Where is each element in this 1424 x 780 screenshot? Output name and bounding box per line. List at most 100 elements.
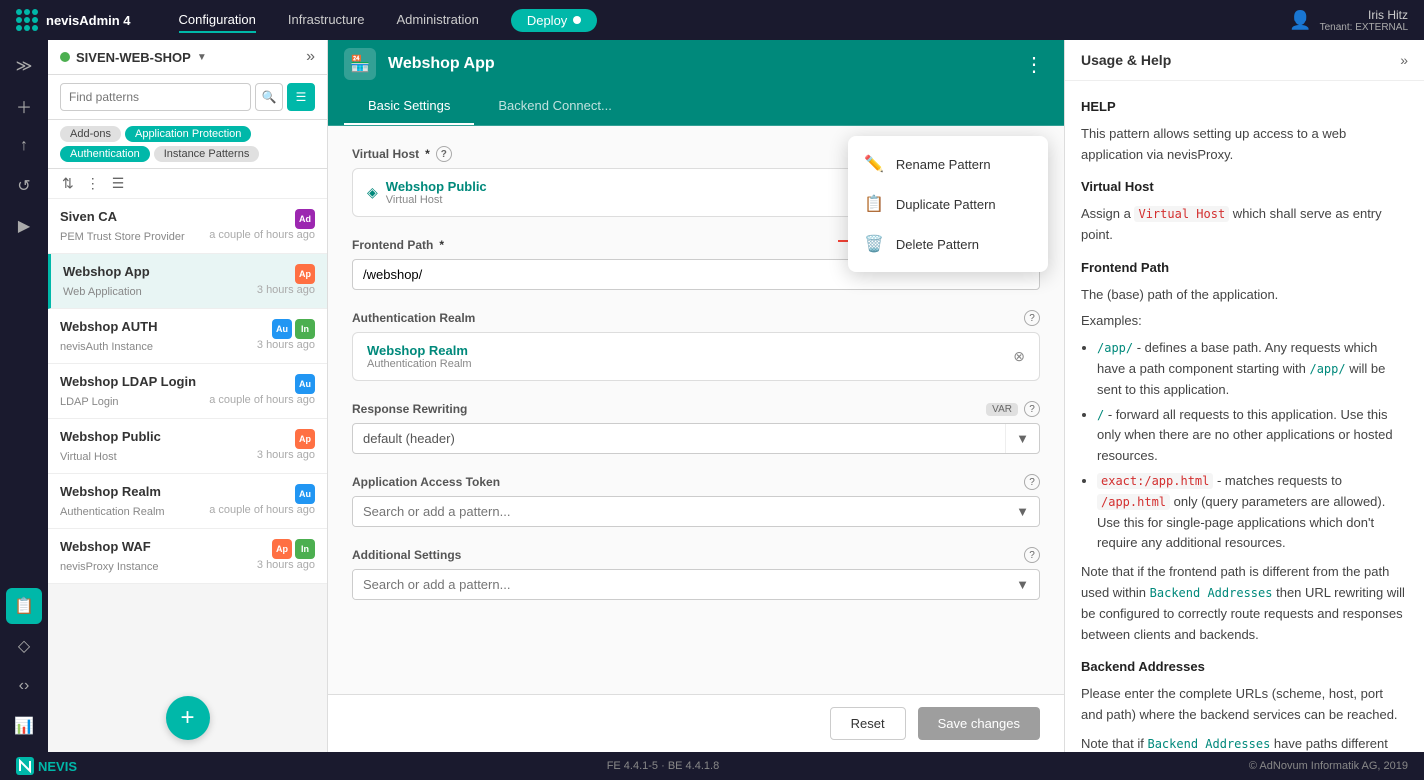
help-expand-icon[interactable]: »: [1400, 52, 1408, 68]
additional-settings-search[interactable]: [353, 570, 1006, 599]
realm-type: Authentication Realm: [367, 358, 1005, 370]
shop-chevron-icon[interactable]: ▼: [197, 52, 207, 63]
nevis-logo: NEVIS: [16, 757, 77, 775]
tabs-row: Basic Settings Backend Connect...: [328, 88, 1064, 126]
pattern-item-webshop-realm[interactable]: Webshop Realm Au Authentication Realm a …: [48, 474, 327, 529]
help-body: HELP This pattern allows setting up acce…: [1065, 81, 1424, 752]
pattern-time: 3 hours ago: [257, 559, 315, 573]
pattern-item-siven-ca[interactable]: Siven CA Ad PEM Trust Store Provider a c…: [48, 199, 327, 254]
pattern-time: a couple of hours ago: [209, 229, 315, 243]
shop-name: SIVEN-WEB-SHOP: [76, 50, 191, 65]
tag-instance-patterns[interactable]: Instance Patterns: [154, 146, 260, 162]
sidebar-chart-icon[interactable]: 📊: [6, 708, 42, 744]
additional-settings-help-icon[interactable]: ?: [1024, 547, 1040, 563]
ctx-rename-item[interactable]: ✏️ Rename Pattern: [848, 144, 1048, 184]
virtual-host-help-icon[interactable]: ?: [436, 146, 452, 162]
help-examples-list: /app/ - defines a base path. Any request…: [1097, 338, 1408, 554]
patterns-panel: SIVEN-WEB-SHOP ▼ » 🔍 ☰ Add-ons Applicati…: [48, 40, 328, 752]
main-layout: ≫ ＋ ↑ ↺ ▶ 📋 ◇ ‹› 📊 SIVEN-WEB-SHOP ▼ » 🔍 …: [0, 40, 1424, 752]
reset-button[interactable]: Reset: [830, 707, 906, 740]
nav-infrastructure[interactable]: Infrastructure: [288, 8, 365, 33]
pattern-name: Siven CA: [60, 209, 117, 224]
help-title: Usage & Help: [1081, 52, 1171, 68]
rename-icon: ✏️: [864, 154, 884, 174]
auth-realm-card[interactable]: Webshop Realm Authentication Realm ⊗: [352, 332, 1040, 381]
sidebar-play-icon[interactable]: ▶: [6, 208, 42, 244]
search-input[interactable]: [60, 83, 251, 111]
frontend-path-label: Frontend Path: [352, 238, 433, 252]
virtual-host-label: Virtual Host: [352, 147, 419, 161]
sort-button[interactable]: ⇅: [60, 173, 76, 194]
icon-sidebar: ≫ ＋ ↑ ↺ ▶ 📋 ◇ ‹› 📊: [0, 40, 48, 752]
user-tenant: Tenant: EXTERNAL: [1320, 22, 1408, 33]
app-access-token-search[interactable]: [353, 497, 1006, 526]
help-backend-addresses-title: Backend Addresses: [1081, 657, 1408, 678]
pattern-type: Authentication Realm: [60, 506, 165, 518]
sidebar-code-icon[interactable]: ‹›: [6, 668, 42, 704]
tab-basic-settings[interactable]: Basic Settings: [344, 88, 474, 125]
pattern-item-webshop-app[interactable]: Webshop App Ap Web Application 3 hours a…: [48, 254, 327, 309]
save-button[interactable]: Save changes: [918, 707, 1040, 740]
required-star: *: [425, 147, 430, 161]
app-access-token-arrow-icon[interactable]: ▼: [1006, 497, 1039, 526]
response-rewriting-value: default (header): [353, 424, 1005, 453]
tag-addons[interactable]: Add-ons: [60, 126, 121, 142]
content-menu-button[interactable]: ⋮: [1020, 48, 1048, 81]
deploy-button[interactable]: Deploy: [511, 9, 597, 32]
response-rewriting-arrow-icon[interactable]: ▼: [1005, 424, 1039, 453]
pattern-item-webshop-auth[interactable]: Webshop AUTH Au In nevisAuth Instance 3 …: [48, 309, 327, 364]
search-button[interactable]: 🔍: [255, 83, 283, 111]
help-backend-note: Note that if Backend Addresses have path…: [1081, 734, 1408, 752]
filter-button[interactable]: ☰: [287, 83, 315, 111]
pattern-name: Webshop LDAP Login: [60, 374, 196, 389]
response-rewriting-help-icon[interactable]: ?: [1024, 401, 1040, 417]
sidebar-clipboard-icon[interactable]: 📋: [6, 588, 42, 624]
sidebar-tag-icon[interactable]: ◇: [6, 628, 42, 664]
ctx-delete-item[interactable]: 🗑️ Delete Pattern: [848, 224, 1048, 264]
response-rewriting-select[interactable]: default (header) ▼: [352, 423, 1040, 454]
pattern-name: Webshop Realm: [60, 484, 161, 499]
pattern-item-webshop-ldap[interactable]: Webshop LDAP Login Au LDAP Login a coupl…: [48, 364, 327, 419]
pattern-type: LDAP Login: [60, 396, 119, 408]
help-panel: Usage & Help » HELP This pattern allows …: [1064, 40, 1424, 752]
pattern-item-webshop-waf[interactable]: Webshop WAF Ap In nevisProxy Instance 3 …: [48, 529, 327, 584]
pattern-type: nevisAuth Instance: [60, 341, 153, 353]
required-star-path: *: [439, 238, 444, 252]
pattern-item-webshop-public[interactable]: Webshop Public Ap Virtual Host 3 hours a…: [48, 419, 327, 474]
patterns-header: SIVEN-WEB-SHOP ▼ »: [48, 40, 327, 75]
form-section-additional-settings: Additional Settings ? ▼: [352, 547, 1040, 600]
pattern-time: a couple of hours ago: [209, 504, 315, 518]
sidebar-refresh-icon[interactable]: ↺: [6, 168, 42, 204]
badge-in: In: [295, 319, 315, 339]
realm-name: Webshop Realm: [367, 343, 1005, 358]
brand: nevisAdmin 4: [16, 9, 131, 31]
additional-settings-arrow-icon[interactable]: ▼: [1006, 570, 1039, 599]
sidebar-upload-icon[interactable]: ↑: [6, 128, 42, 164]
badge-ap: Ap: [295, 429, 315, 449]
pattern-time: 3 hours ago: [257, 284, 315, 298]
pattern-type: Web Application: [63, 286, 142, 298]
additional-settings-input[interactable]: ▼: [352, 569, 1040, 600]
nav-administration[interactable]: Administration: [396, 8, 478, 33]
panel-expand-icon[interactable]: »: [306, 48, 315, 66]
deploy-status-dot: [573, 16, 581, 24]
nav-configuration[interactable]: Configuration: [179, 8, 256, 33]
tag-app-protection[interactable]: Application Protection: [125, 126, 251, 142]
tag-authentication[interactable]: Authentication: [60, 146, 150, 162]
tab-backend-connect[interactable]: Backend Connect...: [474, 88, 635, 125]
sidebar-add-icon[interactable]: ＋: [6, 88, 42, 124]
app-access-token-label: Application Access Token: [352, 475, 500, 489]
app-access-token-input[interactable]: ▼: [352, 496, 1040, 527]
badge-in: In: [295, 539, 315, 559]
ctx-duplicate-item[interactable]: 📋 Duplicate Pattern: [848, 184, 1048, 224]
realm-clear-button[interactable]: ⊗: [1013, 348, 1025, 365]
additional-settings-label: Additional Settings: [352, 548, 461, 562]
add-pattern-button[interactable]: +: [166, 696, 210, 740]
app-access-token-help-icon[interactable]: ?: [1024, 474, 1040, 490]
sidebar-expand-icon[interactable]: ≫: [6, 48, 42, 84]
view-button[interactable]: ☰: [110, 173, 127, 194]
auth-realm-help-icon[interactable]: ?: [1024, 310, 1040, 326]
pattern-time: a couple of hours ago: [209, 394, 315, 408]
help-header: Usage & Help »: [1065, 40, 1424, 81]
more-button[interactable]: ⋮: [84, 173, 102, 194]
